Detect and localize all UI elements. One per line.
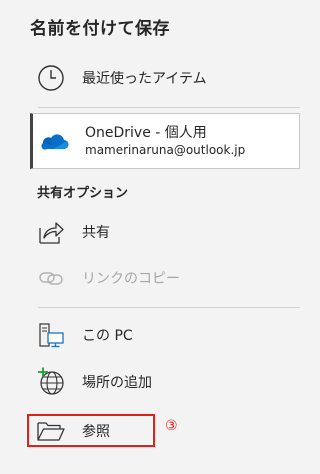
add-place-button[interactable]: 場所の追加 xyxy=(30,362,300,402)
onedrive-cloud-icon xyxy=(37,124,71,158)
annotation-step-marker: ③ xyxy=(165,418,178,434)
onedrive-name: OneDrive - 個人用 xyxy=(85,125,207,141)
divider xyxy=(38,307,300,308)
annotation-highlight-box xyxy=(27,414,155,447)
recent-items-button[interactable]: 最近使ったアイテム xyxy=(30,58,300,98)
share-label: 共有 xyxy=(82,225,110,241)
this-pc-button[interactable]: この PC xyxy=(30,315,300,355)
share-button[interactable]: 共有 xyxy=(30,212,300,252)
recent-items-label: 最近使ったアイテム xyxy=(82,71,207,87)
divider xyxy=(38,107,300,108)
onedrive-location-button[interactable]: OneDrive - 個人用 mamerinaruna@outlook.jp xyxy=(30,113,300,169)
link-icon xyxy=(34,261,68,295)
this-pc-icon xyxy=(34,318,68,352)
this-pc-label: この PC xyxy=(82,328,133,344)
onedrive-email: mamerinaruna@outlook.jp xyxy=(85,143,246,157)
save-as-panel: 名前を付けて保存 最近使ったアイテム OneDrive - 個人用 mameri… xyxy=(0,0,304,474)
copy-link-button[interactable]: リンクのコピー xyxy=(30,258,300,298)
copy-link-label: リンクのコピー xyxy=(82,271,180,287)
add-place-globe-icon xyxy=(34,365,68,399)
share-icon xyxy=(34,215,68,249)
share-options-heading: 共有オプション xyxy=(37,186,129,201)
page-title: 名前を付けて保存 xyxy=(30,19,170,39)
clock-icon xyxy=(34,61,68,95)
add-place-label: 場所の追加 xyxy=(82,375,152,391)
